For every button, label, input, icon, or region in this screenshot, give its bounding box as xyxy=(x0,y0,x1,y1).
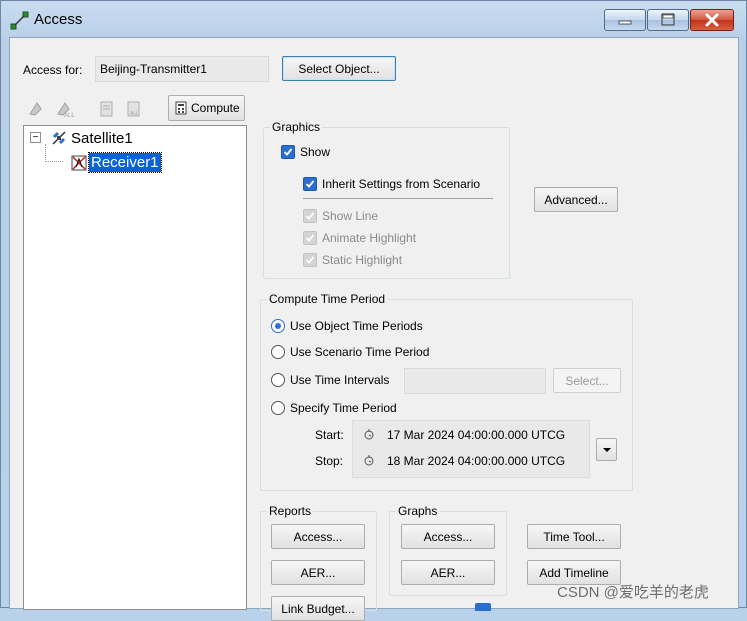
inherit-settings-checkbox[interactable]: Inherit Settings from Scenario xyxy=(303,177,493,191)
start-label: Start: xyxy=(315,428,344,442)
stop-label: Stop: xyxy=(315,454,344,468)
radio-label: Use Scenario Time Period xyxy=(290,345,430,359)
compute-button-label: Compute xyxy=(191,101,240,115)
compute-icon xyxy=(175,101,187,115)
tree-item-satellite1[interactable]: Satellite1 xyxy=(71,130,133,147)
graph-access-button[interactable]: Access... xyxy=(401,524,495,549)
graphs-group-title: Graphs xyxy=(396,504,440,518)
watermark: CSDN @爱吃羊的老虎 xyxy=(557,584,709,601)
access-off-toolbar-button[interactable]: ALL xyxy=(52,97,78,121)
time-intervals-field xyxy=(404,368,546,394)
time-icon xyxy=(364,429,374,440)
window-frame: Access Access for: Beijing-Transmitter1 … xyxy=(0,0,747,621)
window-title: Access xyxy=(34,11,83,28)
report-aer-button[interactable]: AER... xyxy=(271,560,365,585)
checkmark-icon xyxy=(303,177,317,191)
maximize-button[interactable] xyxy=(647,9,689,31)
show-checkbox[interactable]: Show xyxy=(281,145,330,159)
radio-indicator xyxy=(271,345,285,359)
access-off-icon: ALL xyxy=(57,102,75,118)
start-time-value[interactable]: 17 Mar 2024 04:00:00.000 UTCG xyxy=(387,428,565,442)
checkmark-icon xyxy=(303,209,317,223)
time-icon xyxy=(364,455,374,466)
object-tree[interactable]: − Satellite1 Receiver1 xyxy=(23,125,247,610)
access-for-field: Beijing-Transmitter1 xyxy=(95,56,269,82)
show-line-label: Show Line xyxy=(322,209,379,223)
time-period-dropdown-button[interactable] xyxy=(596,438,617,461)
tree-connector xyxy=(45,144,63,162)
close-button[interactable] xyxy=(690,9,734,31)
access-link-icon xyxy=(10,11,29,30)
receiver-icon xyxy=(71,155,87,171)
radio-use-scenario-time-period[interactable]: Use Scenario Time Period xyxy=(271,345,429,359)
stop-time-value[interactable]: 18 Mar 2024 04:00:00.000 UTCG xyxy=(387,454,565,468)
close-icon xyxy=(705,13,719,27)
compute-button[interactable]: Compute xyxy=(168,95,245,121)
radio-specify-time-period[interactable]: Specify Time Period xyxy=(271,401,397,415)
tree-item-receiver1[interactable]: Receiver1 xyxy=(88,152,162,173)
maximize-icon xyxy=(661,13,675,26)
report-link-budget-button[interactable]: Link Budget... xyxy=(271,596,365,621)
radio-label: Use Time Intervals xyxy=(290,373,390,387)
svg-text:ALL: ALL xyxy=(130,111,139,117)
graph-toolbar-button[interactable]: ALL xyxy=(121,97,147,121)
partial-checkbox[interactable] xyxy=(475,603,491,611)
show-label: Show xyxy=(300,145,331,159)
graph-icon: ALL xyxy=(127,101,140,117)
report-toolbar-button[interactable] xyxy=(94,97,120,121)
title-bar[interactable]: Access xyxy=(1,1,747,37)
access-for-value: Beijing-Transmitter1 xyxy=(100,62,207,76)
radio-indicator xyxy=(271,401,285,415)
static-highlight-label: Static Highlight xyxy=(322,253,403,267)
access-on-icon xyxy=(29,102,42,116)
radio-indicator xyxy=(271,319,285,333)
inherit-settings-label: Inherit Settings from Scenario xyxy=(322,177,481,191)
show-line-checkbox[interactable]: Show Line xyxy=(303,209,378,223)
access-on-toolbar-button[interactable] xyxy=(24,97,50,121)
static-highlight-checkbox[interactable]: Static Highlight xyxy=(303,253,402,267)
advanced-button[interactable]: Advanced... xyxy=(534,187,618,212)
tree-expander[interactable]: − xyxy=(30,132,41,143)
time-tool-button[interactable]: Time Tool... xyxy=(527,524,621,549)
select-intervals-button[interactable]: Select... xyxy=(553,368,621,393)
radio-label: Specify Time Period xyxy=(290,401,397,415)
minimize-icon xyxy=(618,20,632,25)
access-for-label: Access for: xyxy=(23,63,83,77)
report-icon xyxy=(100,101,113,117)
graphics-group-title: Graphics xyxy=(270,120,323,134)
graph-aer-button[interactable]: AER... xyxy=(401,560,495,585)
checkmark-icon xyxy=(303,253,317,267)
radio-label: Use Object Time Periods xyxy=(290,319,423,333)
radio-use-time-intervals[interactable]: Use Time Intervals xyxy=(271,373,389,387)
checkmark-icon xyxy=(281,145,295,159)
chevron-down-icon xyxy=(602,447,611,452)
reports-group-title: Reports xyxy=(267,504,314,518)
checkmark-icon xyxy=(303,231,317,245)
select-object-button[interactable]: Select Object... xyxy=(282,56,396,81)
report-access-button[interactable]: Access... xyxy=(271,524,365,549)
dialog-client-area: Access for: Beijing-Transmitter1 Select … xyxy=(9,37,739,621)
animate-highlight-label: Animate Highlight xyxy=(322,231,417,245)
radio-use-object-time-periods[interactable]: Use Object Time Periods xyxy=(271,319,423,333)
radio-indicator xyxy=(271,373,285,387)
inherit-separator xyxy=(303,198,493,199)
animate-highlight-checkbox[interactable]: Animate Highlight xyxy=(303,231,416,245)
minimize-button[interactable] xyxy=(604,9,646,31)
compute-time-group-title: Compute Time Period xyxy=(267,292,388,306)
svg-text:ALL: ALL xyxy=(64,113,75,118)
